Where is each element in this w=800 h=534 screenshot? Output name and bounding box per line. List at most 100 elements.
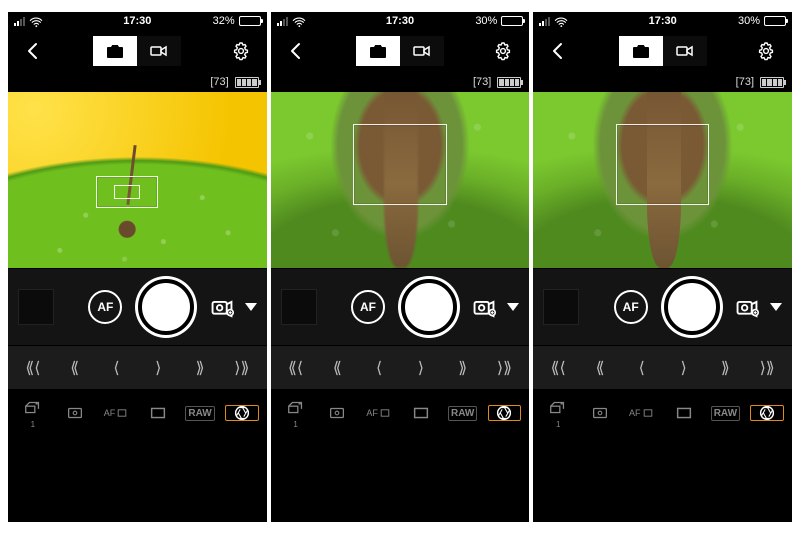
strip-raw[interactable]: RAW [442,403,484,423]
expand-panel-icon[interactable] [245,303,257,311]
nav-first-button[interactable]: ⟪⟨ [12,358,54,378]
strip-raw[interactable]: RAW [179,403,221,423]
wifi-icon [292,16,306,26]
drive-mode-icon[interactable] [209,296,235,318]
focus-nav-bar: ⟪⟨ ⟪ ⟨ ⟩ ⟫ ⟩⟫ [8,346,267,390]
expand-panel-icon[interactable] [507,303,519,311]
strip-exposure-comp[interactable]: 1 [537,398,579,429]
nav-next2-button[interactable]: ⟫ [704,358,746,378]
camera-battery-icon [760,77,784,88]
strip-metering[interactable] [579,403,621,423]
capture-bar: AF [271,268,530,346]
nav-next2-button[interactable]: ⟫ [442,358,484,378]
strip-af-area[interactable]: AF [358,403,400,423]
viewfinder[interactable] [8,92,267,268]
battery-icon [239,16,261,26]
nav-last-button[interactable]: ⟩⟫ [221,358,263,378]
camera-battery-icon [497,77,521,88]
last-photo-thumbnail[interactable] [543,289,579,325]
nav-prev2-button[interactable]: ⟪ [579,358,621,378]
shutter-button[interactable] [138,279,194,335]
viewfinder[interactable] [271,92,530,268]
strip-aperture[interactable] [221,403,263,423]
nav-next-button[interactable]: ⟩ [400,358,442,378]
top-toolbar [271,30,530,72]
nav-prev-button[interactable]: ⟨ [96,358,138,378]
strip-exposure-comp[interactable]: 1 [275,398,317,429]
af-button[interactable]: AF [88,290,122,324]
back-button[interactable] [543,40,573,62]
expand-panel-icon[interactable] [770,303,782,311]
strip-metering[interactable] [316,403,358,423]
strip-aspect[interactable] [400,403,442,423]
status-left [277,16,306,26]
shots-remaining: [73] [210,76,228,88]
battery-percent: 32% [213,15,235,27]
cellular-signal-icon [14,17,25,26]
nav-prev-button[interactable]: ⟨ [621,358,663,378]
shutter-button[interactable] [401,279,457,335]
shots-remaining-bar: [73] [271,72,530,92]
status-right: 30% [475,15,523,27]
battery-percent: 30% [738,15,760,27]
phone-screen: 17:30 32% [73] [8,12,267,522]
focus-box[interactable] [353,124,446,205]
viewfinder[interactable] [533,92,792,268]
shutter-button[interactable] [664,279,720,335]
strip-raw[interactable]: RAW [704,403,746,423]
wifi-icon [29,16,43,26]
back-button[interactable] [281,40,311,62]
shots-remaining: [73] [473,76,491,88]
nav-last-button[interactable]: ⟩⟫ [746,358,788,378]
strip-aspect[interactable] [137,403,179,423]
shots-remaining-bar: [73] [8,72,267,92]
strip-af-area[interactable]: AF [96,403,138,423]
strip-metering[interactable] [54,403,96,423]
af-button[interactable]: AF [351,290,385,324]
mode-video-button[interactable] [663,36,707,66]
nav-first-button[interactable]: ⟪⟨ [537,358,579,378]
drive-mode-icon[interactable] [471,296,497,318]
ev-value: 1 [556,420,560,429]
mode-video-button[interactable] [137,36,181,66]
nav-prev2-button[interactable]: ⟪ [54,358,96,378]
capture-bar: AF [8,268,267,346]
strip-exposure-comp[interactable]: 1 [12,398,54,429]
nav-prev2-button[interactable]: ⟪ [316,358,358,378]
last-photo-thumbnail[interactable] [281,289,317,325]
phone-screen: 17:30 30% [73] [533,12,792,522]
strip-af-area[interactable]: AF [621,403,663,423]
back-button[interactable] [18,40,48,62]
settings-button[interactable] [227,40,257,62]
strip-aperture[interactable] [484,403,526,423]
status-bar: 17:30 30% [271,12,530,30]
focus-box[interactable] [616,124,709,205]
nav-next-button[interactable]: ⟩ [663,358,705,378]
battery-icon [501,16,523,26]
mode-photo-button[interactable] [356,36,400,66]
strip-aperture[interactable] [746,403,788,423]
nav-prev-button[interactable]: ⟨ [358,358,400,378]
nav-next2-button[interactable]: ⟫ [179,358,221,378]
nav-first-button[interactable]: ⟪⟨ [275,358,317,378]
status-time: 17:30 [386,15,414,27]
mode-photo-button[interactable] [619,36,663,66]
capture-bar: AF [533,268,792,346]
wifi-icon [554,16,568,26]
settings-button[interactable] [752,40,782,62]
af-button[interactable]: AF [614,290,648,324]
last-photo-thumbnail[interactable] [18,289,54,325]
nav-next-button[interactable]: ⟩ [137,358,179,378]
top-toolbar [533,30,792,72]
nav-last-button[interactable]: ⟩⟫ [484,358,526,378]
drive-mode-icon[interactable] [734,296,760,318]
status-left [539,16,568,26]
mode-video-button[interactable] [400,36,444,66]
focus-nav-bar: ⟪⟨ ⟪ ⟨ ⟩ ⟫ ⟩⟫ [533,346,792,390]
status-right: 32% [213,15,261,27]
strip-aspect[interactable] [663,403,705,423]
settings-button[interactable] [489,40,519,62]
shots-remaining-bar: [73] [533,72,792,92]
focus-nav-bar: ⟪⟨ ⟪ ⟨ ⟩ ⟫ ⟩⟫ [271,346,530,390]
mode-photo-button[interactable] [93,36,137,66]
